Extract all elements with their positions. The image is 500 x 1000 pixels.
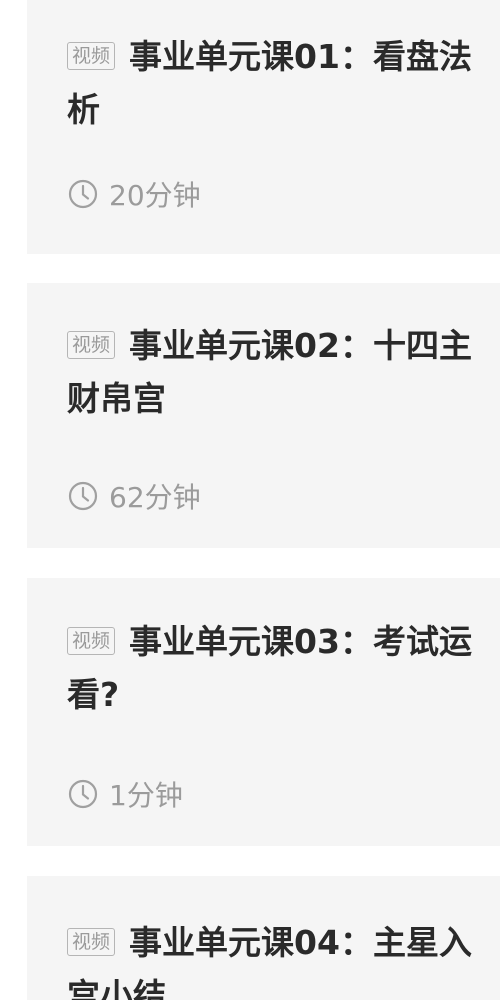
- lesson-title: 视频 事业单元课03：考试运 看?: [67, 615, 500, 721]
- video-badge: 视频: [67, 928, 116, 956]
- lesson-card[interactable]: 视频 事业单元课01：看盘法 析 20分钟: [27, 0, 500, 254]
- video-badge: 视频: [67, 627, 116, 655]
- lesson-card[interactable]: 视频 事业单元课04：主星入 宫小结: [27, 876, 500, 1000]
- clock-icon: [68, 179, 98, 209]
- lesson-card[interactable]: 视频 事业单元课02：十四主 财帛宫 62分钟: [27, 283, 500, 548]
- lesson-card[interactable]: 视频 事业单元课03：考试运 看? 1分钟: [27, 578, 500, 846]
- lesson-title: 视频 事业单元课04：主星入 宫小结: [67, 916, 500, 1000]
- lesson-duration: 1分钟: [67, 774, 183, 814]
- lesson-duration: 20分钟: [67, 174, 201, 214]
- video-badge: 视频: [67, 42, 116, 70]
- lesson-list: 视频 事业单元课01：看盘法 析 20分钟 视频 事业单元课02：十四主 财帛宫 6…: [0, 0, 500, 1000]
- lesson-title-text: 事业单元课02：十四主: [129, 326, 472, 365]
- lesson-title-continuation: 看?: [67, 675, 120, 714]
- lesson-title: 视频 事业单元课01：看盘法 析: [67, 30, 500, 136]
- video-badge: 视频: [67, 331, 116, 359]
- lesson-title-text: 事业单元课01：看盘法: [129, 37, 472, 76]
- lesson-title-continuation: 财帛宫: [67, 379, 166, 418]
- duration-text: 62分钟: [109, 481, 201, 514]
- clock-icon: [68, 481, 98, 511]
- duration-text: 20分钟: [109, 179, 201, 212]
- lesson-title: 视频 事业单元课02：十四主 财帛宫: [67, 319, 500, 425]
- lesson-title-text: 事业单元课04：主星入: [129, 923, 472, 962]
- lesson-title-continuation: 析: [67, 90, 100, 129]
- lesson-duration: 62分钟: [67, 476, 201, 516]
- clock-icon: [68, 779, 98, 809]
- duration-text: 1分钟: [109, 779, 183, 812]
- lesson-title-text: 事业单元课03：考试运: [129, 622, 472, 661]
- lesson-title-continuation: 宫小结: [67, 976, 166, 1000]
